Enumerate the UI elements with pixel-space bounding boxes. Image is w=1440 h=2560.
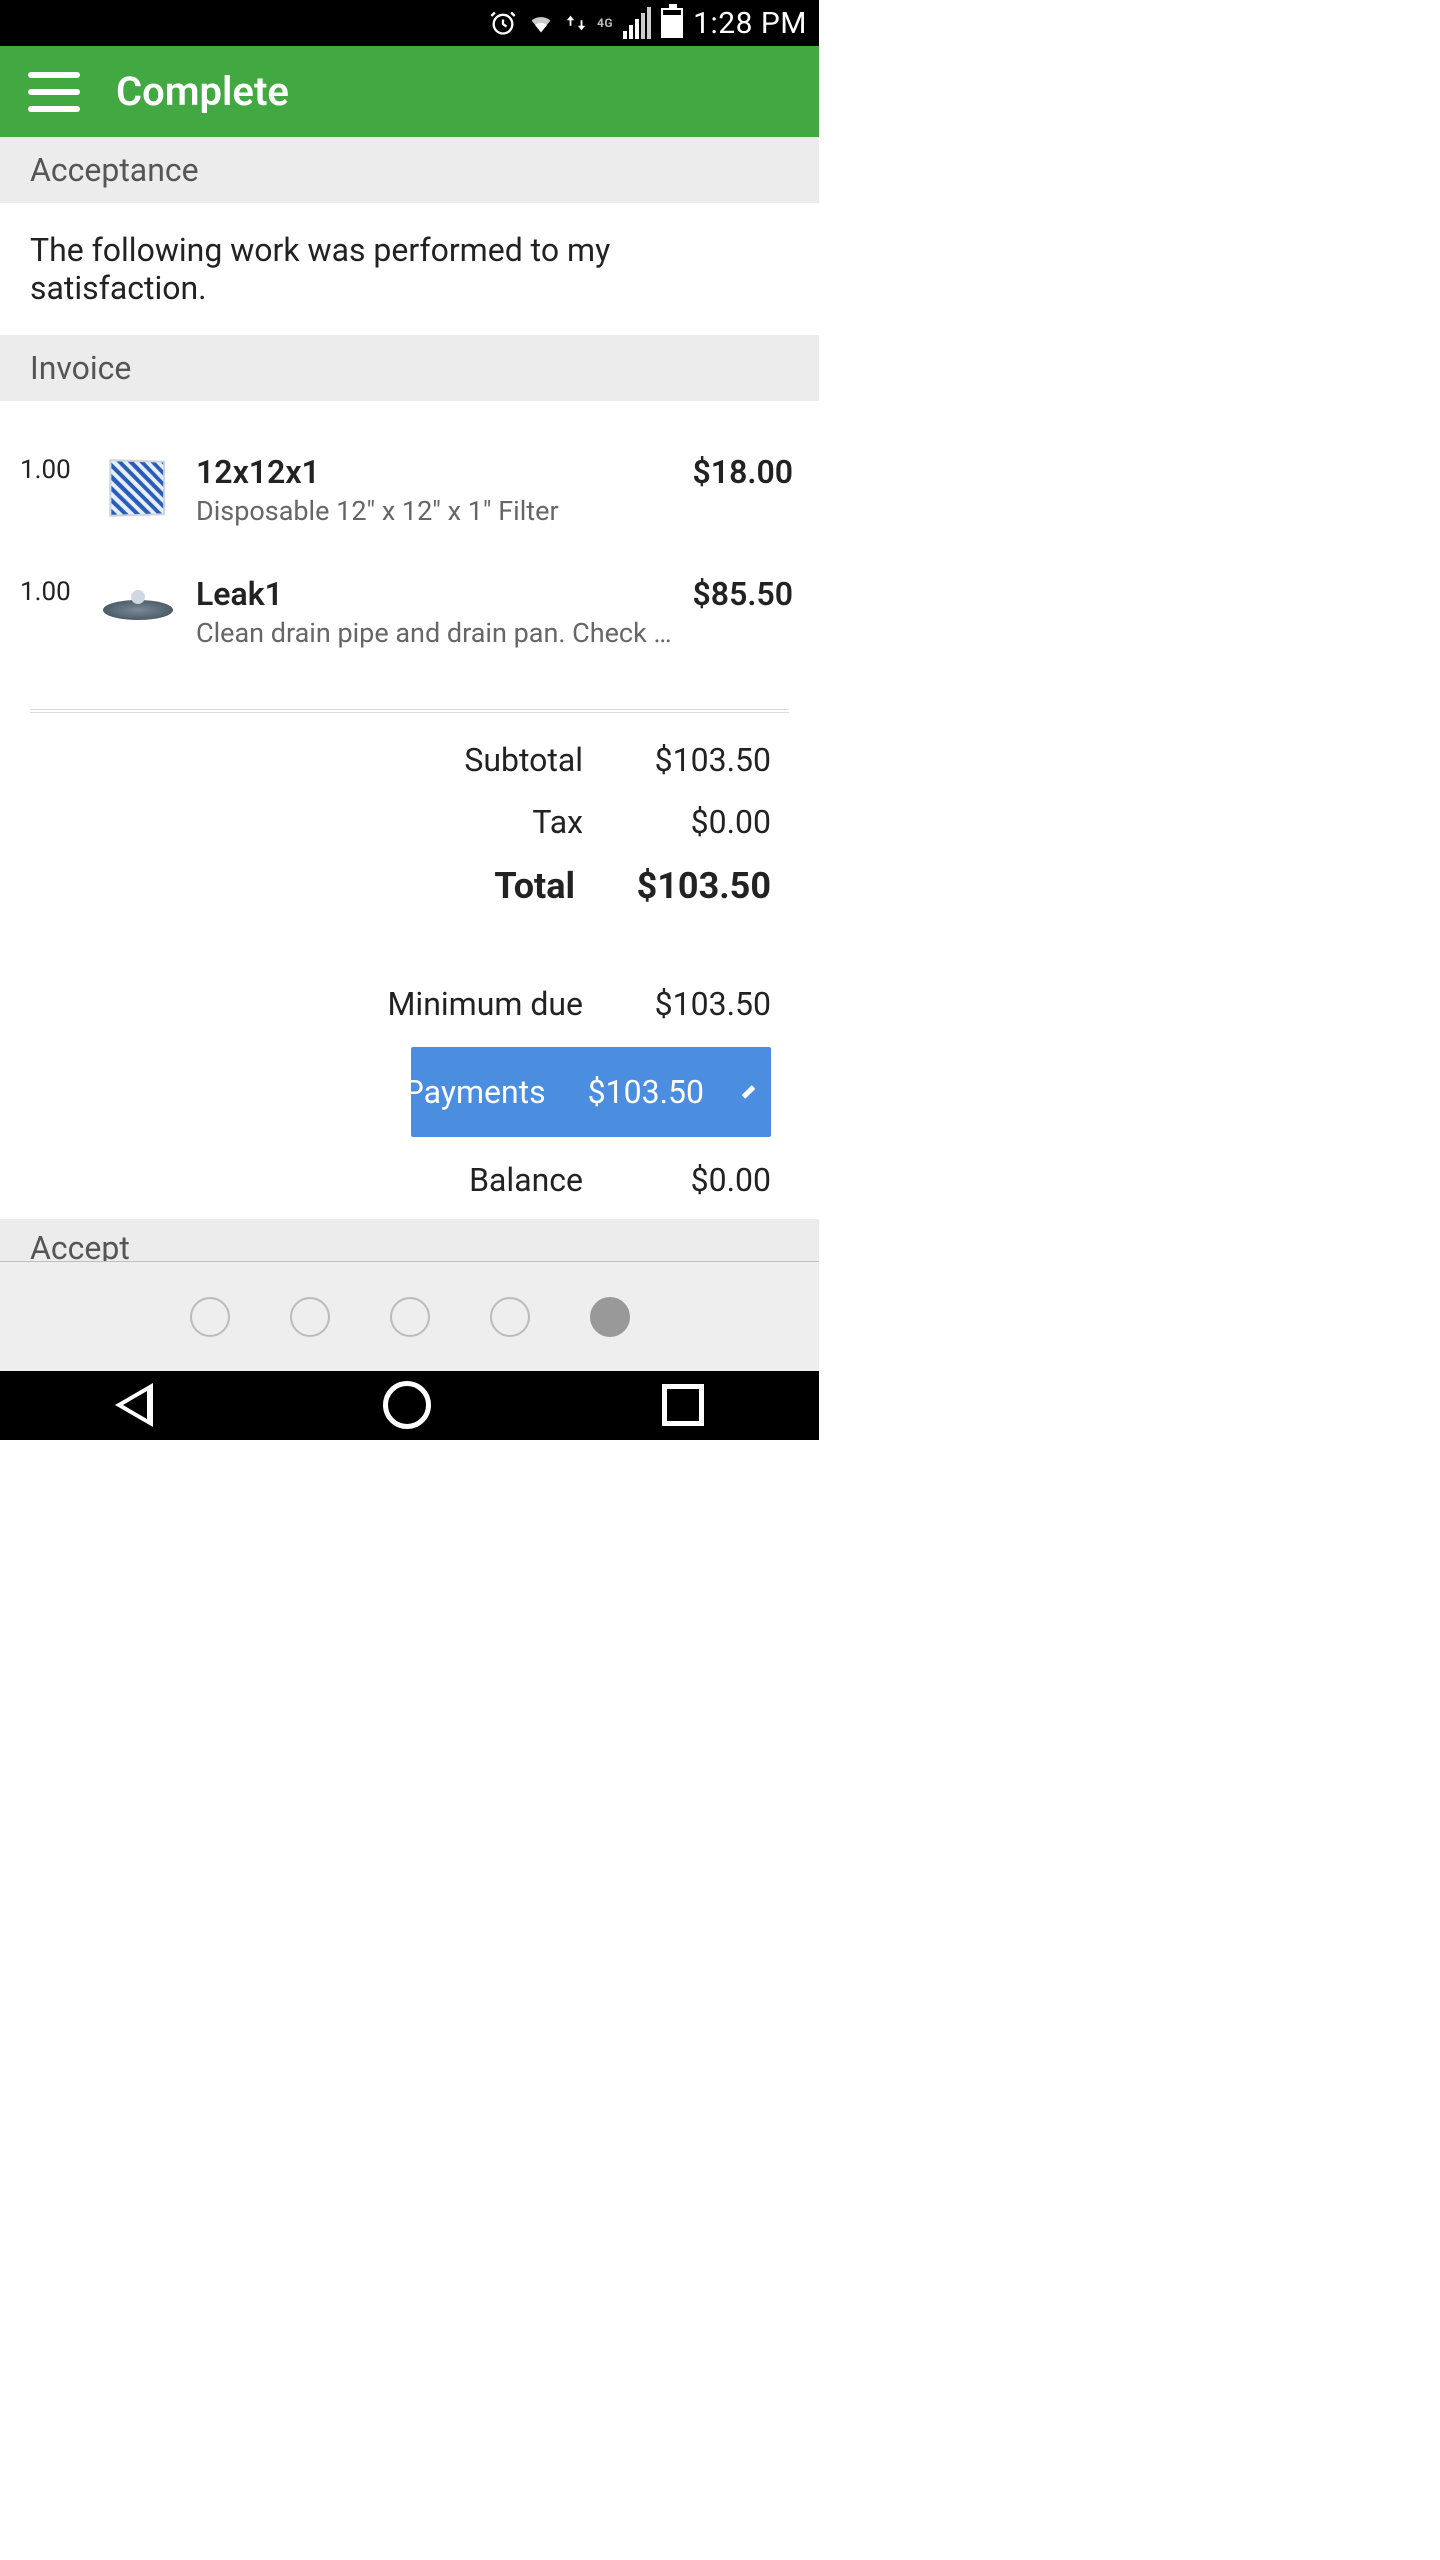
invoice-line-item[interactable]: 1.00 12x12x1 Disposable 12" x 12" x 1" F…: [20, 429, 799, 551]
network-type: 4G: [597, 16, 613, 30]
android-nav-bar: [0, 1371, 819, 1440]
min-due-label: Minimum due: [387, 985, 583, 1023]
tax-label: Tax: [532, 803, 583, 841]
filter-icon: [109, 459, 165, 517]
tax-row: Tax $0.00: [48, 803, 771, 841]
total-row: Total $103.50: [48, 865, 771, 907]
section-acceptance-header: Acceptance: [0, 137, 819, 203]
cell-signal-icon: [623, 7, 651, 39]
subtotal-label: Subtotal: [464, 741, 583, 779]
min-due-value: $103.50: [621, 985, 771, 1023]
invoice-line-item[interactable]: 1.00 Leak1 Clean drain pipe and drain pa…: [20, 551, 799, 673]
subtotal-value: $103.50: [621, 741, 771, 779]
page-indicator: [0, 1261, 819, 1371]
page-dot[interactable]: [590, 1297, 630, 1337]
item-thumbnail: [98, 453, 178, 523]
item-title: 12x12x1: [196, 453, 675, 491]
balance-row: Balance $0.00: [48, 1161, 771, 1199]
divider: [30, 709, 789, 713]
menu-icon[interactable]: [28, 72, 80, 112]
section-accept-header: Accept: [0, 1219, 819, 1261]
payments-label: Payments: [404, 1073, 546, 1111]
balance-value: $0.00: [621, 1161, 771, 1199]
min-due-row: Minimum due $103.50: [48, 985, 771, 1023]
page-dot[interactable]: [190, 1297, 230, 1337]
back-button[interactable]: [115, 1383, 153, 1427]
section-invoice-header: Invoice: [0, 335, 819, 401]
recent-apps-button[interactable]: [662, 1384, 704, 1426]
total-label: Total: [494, 865, 575, 907]
sync-icon: [565, 12, 587, 34]
status-time: 1:28 PM: [693, 6, 807, 41]
alarm-icon: [489, 9, 517, 37]
item-thumbnail: [98, 575, 178, 645]
item-price: $18.00: [693, 453, 800, 491]
wifi-icon: [527, 9, 555, 37]
item-description: Disposable 12" x 12" x 1" Filter: [196, 495, 675, 527]
page-dot[interactable]: [390, 1297, 430, 1337]
item-price: $85.50: [693, 575, 800, 613]
tax-value: $0.00: [621, 803, 771, 841]
chevron-right-icon: [742, 1086, 755, 1099]
item-qty: 1.00: [20, 575, 80, 607]
item-description: Clean drain pipe and drain pan. Check to…: [196, 617, 675, 649]
page-title: Complete: [116, 68, 289, 115]
app-header: Complete: [0, 46, 819, 137]
invoice-list: 1.00 12x12x1 Disposable 12" x 12" x 1" F…: [0, 401, 819, 1219]
android-status-bar: 4G 1:28 PM: [0, 0, 819, 46]
item-qty: 1.00: [20, 453, 80, 485]
payments-value: $103.50: [588, 1073, 704, 1111]
item-title: Leak1: [196, 575, 675, 613]
total-value: $103.50: [613, 865, 771, 907]
subtotal-row: Subtotal $103.50: [48, 741, 771, 779]
page-dot[interactable]: [490, 1297, 530, 1337]
invoice-totals: Subtotal $103.50 Tax $0.00 Total $103.50…: [20, 731, 799, 1209]
payments-button[interactable]: Payments $103.50: [411, 1047, 771, 1137]
acceptance-text: The following work was performed to my s…: [0, 203, 819, 335]
battery-icon: [661, 8, 683, 38]
balance-label: Balance: [469, 1161, 583, 1199]
home-button[interactable]: [383, 1381, 431, 1429]
drain-pan-icon: [103, 600, 173, 620]
page-dot[interactable]: [290, 1297, 330, 1337]
